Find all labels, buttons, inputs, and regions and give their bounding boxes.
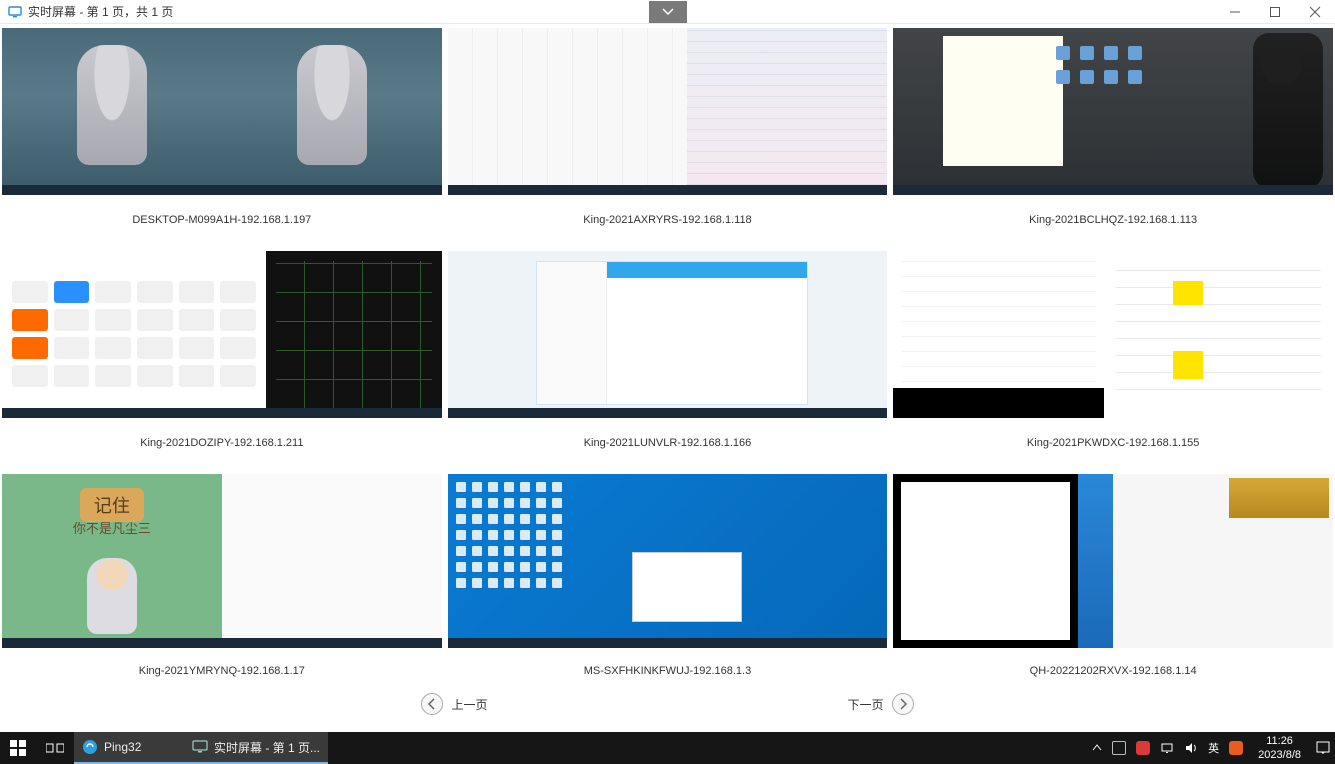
ping32-icon [82, 739, 98, 755]
screen-cell-4: King-2021LUNVLR-192.168.1.166 [448, 251, 888, 468]
speaker-icon [1184, 742, 1198, 754]
windows-taskbar: Ping32 实时屏幕 - 第 1 页... 英 11:26 2023/8/8 [0, 732, 1335, 764]
tray-overflow-button[interactable] [1087, 732, 1107, 764]
network-icon [1160, 742, 1174, 754]
maximize-button[interactable] [1255, 0, 1295, 24]
screen-thumbnail[interactable] [893, 28, 1333, 195]
screen-cell-7: MS-SXFHKINKFWUJ-192.168.1.3 [448, 474, 888, 694]
screen-thumbnail[interactable] [448, 251, 888, 418]
window-controls [1215, 0, 1335, 24]
screen-thumbnail[interactable] [2, 251, 442, 418]
tray-ime-indicator[interactable]: 英 [1203, 732, 1224, 764]
screen-thumbnail[interactable] [2, 28, 442, 195]
screen-caption: King-2021YMRYNQ-192.168.1.17 [139, 665, 305, 677]
screen-thumbnail[interactable] [893, 474, 1333, 648]
windows-icon [10, 740, 26, 756]
screen-caption: King-2021BCLHQZ-192.168.1.113 [1029, 214, 1197, 226]
app-monitor-icon [8, 5, 22, 19]
close-button[interactable] [1295, 0, 1335, 24]
taskbar-app-label: Ping32 [104, 740, 141, 754]
prev-page-button[interactable]: 上一页 [421, 693, 487, 715]
screen-caption: King-2021DOZIPY-192.168.1.211 [140, 437, 303, 449]
screen-cell-1: King-2021AXRYRS-192.168.1.118 [448, 28, 888, 245]
clock-time: 11:26 [1258, 734, 1301, 748]
screen-caption: MS-SXFHKINKFWUJ-192.168.1.3 [584, 665, 752, 677]
titlebar-dropdown-button[interactable] [649, 1, 687, 23]
window-titlebar: 实时屏幕 - 第 1 页，共 1 页 [0, 0, 1335, 24]
thumb-decorative-title: 记住 [80, 488, 144, 522]
screen-caption: King-2021PKWDXC-192.168.1.155 [1027, 437, 1199, 449]
thumb-decorative-sub: 你不是凡尘三 [73, 518, 151, 537]
screen-cell-8: QH-20221202RXVX-192.168.1.14 [893, 474, 1333, 694]
screen-thumbnail[interactable] [448, 28, 888, 195]
system-tray: 英 11:26 2023/8/8 [1087, 732, 1335, 764]
notification-icon [1316, 741, 1330, 755]
tray-shield-icon[interactable] [1107, 732, 1131, 764]
arrow-right-icon [892, 693, 914, 715]
screen-cell-5: King-2021PKWDXC-192.168.1.155 [893, 251, 1333, 468]
monitor-icon [192, 739, 208, 755]
chevron-down-icon [662, 8, 674, 16]
tray-app-icon[interactable] [1131, 732, 1155, 764]
next-page-label: 下一页 [848, 696, 884, 713]
tray-sound-icon[interactable] [1179, 732, 1203, 764]
taskbar-clock[interactable]: 11:26 2023/8/8 [1248, 734, 1311, 762]
screen-cell-3: King-2021DOZIPY-192.168.1.211 [2, 251, 442, 468]
taskbar-app-ping32[interactable]: Ping32 [74, 732, 184, 764]
screen-caption: DESKTOP-M099A1H-192.168.1.197 [132, 214, 311, 226]
task-view-icon [46, 741, 64, 755]
screen-thumbnail[interactable] [448, 474, 888, 648]
chevron-up-icon [1092, 743, 1102, 753]
screen-cell-6: 记住 你不是凡尘三 King-2021YMRYNQ-192.168.1.17 [2, 474, 442, 694]
screen-caption: King-2021LUNVLR-192.168.1.166 [584, 437, 752, 449]
arrow-left-icon [421, 693, 443, 715]
taskbar-app-label: 实时屏幕 - 第 1 页... [214, 739, 320, 756]
screen-cell-2: King-2021BCLHQZ-192.168.1.113 [893, 28, 1333, 245]
next-page-button[interactable]: 下一页 [848, 693, 914, 715]
minimize-button[interactable] [1215, 0, 1255, 24]
tray-network-icon[interactable] [1155, 732, 1179, 764]
tray-ime-icon[interactable] [1224, 732, 1248, 764]
screen-caption: QH-20221202RXVX-192.168.1.14 [1030, 665, 1197, 677]
screen-thumbnail[interactable] [893, 251, 1333, 418]
action-center-button[interactable] [1311, 732, 1335, 764]
taskbar-app-realtime-screen[interactable]: 实时屏幕 - 第 1 页... [184, 732, 328, 764]
start-button[interactable] [0, 732, 36, 764]
task-view-button[interactable] [36, 732, 74, 764]
prev-page-label: 上一页 [451, 696, 487, 713]
clock-date: 2023/8/8 [1258, 748, 1301, 762]
pager: 上一页 下一页 [2, 692, 1333, 716]
window-title: 实时屏幕 - 第 1 页，共 1 页 [28, 3, 173, 20]
screen-cell-0: DESKTOP-M099A1H-192.168.1.197 [2, 28, 442, 245]
screen-thumbnail[interactable]: 记住 你不是凡尘三 [2, 474, 442, 648]
screen-grid: DESKTOP-M099A1H-192.168.1.197 King-2021A… [2, 28, 1333, 694]
screen-caption: King-2021AXRYRS-192.168.1.118 [583, 214, 751, 226]
